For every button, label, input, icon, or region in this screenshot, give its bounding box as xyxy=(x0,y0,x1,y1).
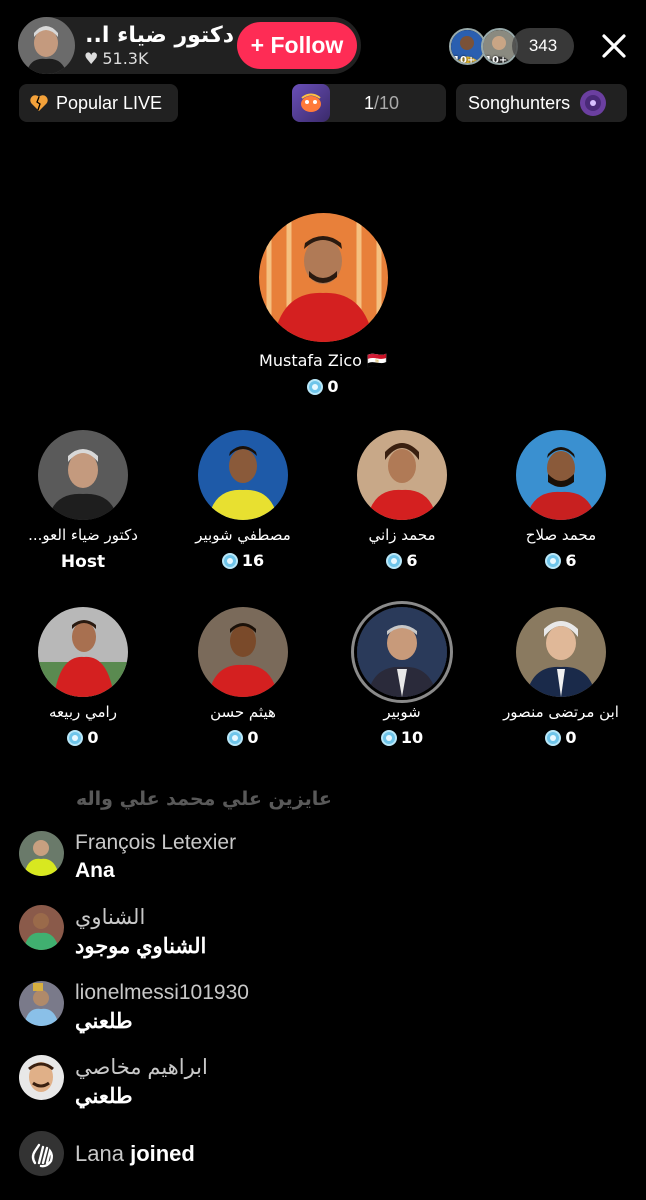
guest-name: محمد زاني xyxy=(368,526,436,544)
guest-avatar[interactable] xyxy=(516,430,606,520)
guest-avatar[interactable] xyxy=(38,607,128,697)
ranking-tag[interactable]: 1/10 xyxy=(292,84,446,122)
host-likes: ♥ 51.3K xyxy=(84,49,234,68)
chat-avatar[interactable] xyxy=(19,905,64,950)
host-role-label: Host xyxy=(60,552,106,572)
likes-count: 51.3K xyxy=(102,49,149,68)
guest-avatar[interactable] xyxy=(198,430,288,520)
guest-name: مصطفي شوبير xyxy=(195,526,291,544)
join-text: Lana joined xyxy=(75,1141,195,1167)
coin-icon xyxy=(227,729,244,746)
song-label: Songhunters xyxy=(468,92,571,113)
coin-icon xyxy=(221,552,238,569)
popular-live-label: Popular LIVE xyxy=(56,92,163,113)
guest-avatar[interactable] xyxy=(258,213,388,342)
ranking-gift-icon xyxy=(292,84,330,122)
coin-icon xyxy=(67,729,84,746)
guest-score: 6 xyxy=(491,551,631,570)
chat-message[interactable]: François Letexier Ana xyxy=(19,831,236,883)
chat-message[interactable]: lionelmessi101930 طلعني xyxy=(19,981,249,1034)
chat-message[interactable]: ابراهيم مخاصي طلعني xyxy=(19,1055,208,1109)
joined-verb: joined xyxy=(130,1140,195,1166)
guest-score: 6 xyxy=(332,551,472,570)
guest-name: Mustafa Zico 🇪🇬 xyxy=(259,351,387,370)
guest-avatar[interactable] xyxy=(198,607,288,697)
song-tag[interactable]: Songhunters xyxy=(456,84,627,122)
wave-hand-icon xyxy=(19,1131,64,1176)
coin-icon xyxy=(380,729,397,746)
guest-score: 10 xyxy=(332,728,472,747)
viewer-rank-badge: 10+ xyxy=(485,55,508,65)
guest-slot[interactable]: مصطفي شوبير 16 xyxy=(173,430,313,570)
guest-slot-speaking[interactable]: شوبير 10 xyxy=(332,607,472,747)
join-notification: Lana joined xyxy=(19,1131,195,1176)
guest-avatar[interactable] xyxy=(357,430,447,520)
ranking-position: 1/10 xyxy=(364,92,400,113)
music-disc-icon xyxy=(580,90,607,116)
guest-score: 0 xyxy=(223,377,423,396)
guest-name: رامي ربيعه xyxy=(49,703,117,721)
chat-username[interactable]: ابراهيم مخاصي xyxy=(75,1055,208,1080)
host-pill[interactable]: دكتور ضياء ا... ♥ 51.3K + Follow xyxy=(18,17,361,74)
chat-avatar[interactable] xyxy=(19,831,64,876)
guest-avatar[interactable] xyxy=(516,607,606,697)
chat-text: Ana xyxy=(75,859,115,882)
guest-slot[interactable]: هيثم حسن 0 xyxy=(173,607,313,747)
host-name[interactable]: دكتور ضياء ا... xyxy=(84,23,234,48)
guest-slot-host[interactable]: دكتور ضياء العو... Host xyxy=(13,430,153,572)
viewer-count[interactable]: 343 xyxy=(512,28,574,64)
guest-avatar[interactable] xyxy=(38,430,128,520)
guest-slot[interactable]: محمد صلاح 6 xyxy=(491,430,631,570)
chat-avatar[interactable] xyxy=(19,1055,64,1100)
heart-icon: ♥ xyxy=(84,49,99,68)
joined-username[interactable]: Lana xyxy=(75,1141,124,1166)
guest-name: محمد صلاح xyxy=(525,526,597,544)
chat-avatar[interactable] xyxy=(19,981,64,1026)
coin-icon xyxy=(307,378,324,395)
chat-text: طلعني xyxy=(75,1010,133,1033)
heart-broken-icon xyxy=(30,95,48,111)
chat-text: طلعني xyxy=(75,1085,133,1108)
guest-slot[interactable]: رامي ربيعه 0 xyxy=(13,607,153,747)
coin-icon xyxy=(386,552,403,569)
viewer-rank-badge: 10+ xyxy=(453,55,476,65)
chat-text: الشناوي موجود xyxy=(75,935,207,958)
chat-username[interactable]: François Letexier xyxy=(75,831,236,855)
guest-slot[interactable]: محمد زاني 6 xyxy=(332,430,472,570)
coin-icon xyxy=(545,729,562,746)
guest-score: 0 xyxy=(13,728,153,747)
coin-icon xyxy=(545,552,562,569)
guest-name: هيثم حسن xyxy=(210,703,276,721)
chat-username[interactable]: lionelmessi101930 xyxy=(75,981,249,1005)
guest-name: شوبير xyxy=(383,703,421,721)
guest-name: دكتور ضياء العو... xyxy=(28,526,138,544)
follow-button[interactable]: + Follow xyxy=(237,22,357,69)
guest-score: 16 xyxy=(173,551,313,570)
guest-slot[interactable]: ابن مرتضى منصور 0 xyxy=(491,607,631,747)
featured-guest[interactable]: Mustafa Zico 🇪🇬 0 xyxy=(223,213,423,396)
close-icon[interactable] xyxy=(598,30,630,62)
guest-score: 0 xyxy=(491,728,631,747)
chat-username[interactable]: الشناوي xyxy=(75,905,206,930)
chat-message[interactable]: الشناوي الشناوي موجود xyxy=(19,905,206,959)
guest-name: ابن مرتضى منصور xyxy=(503,703,619,721)
guest-avatar[interactable] xyxy=(357,607,447,697)
chat-faded-message: عايزين علي محمد علي واله xyxy=(76,788,332,810)
popular-live-tag[interactable]: Popular LIVE xyxy=(19,84,178,122)
host-avatar[interactable] xyxy=(18,17,75,74)
guest-score: 0 xyxy=(173,728,313,747)
